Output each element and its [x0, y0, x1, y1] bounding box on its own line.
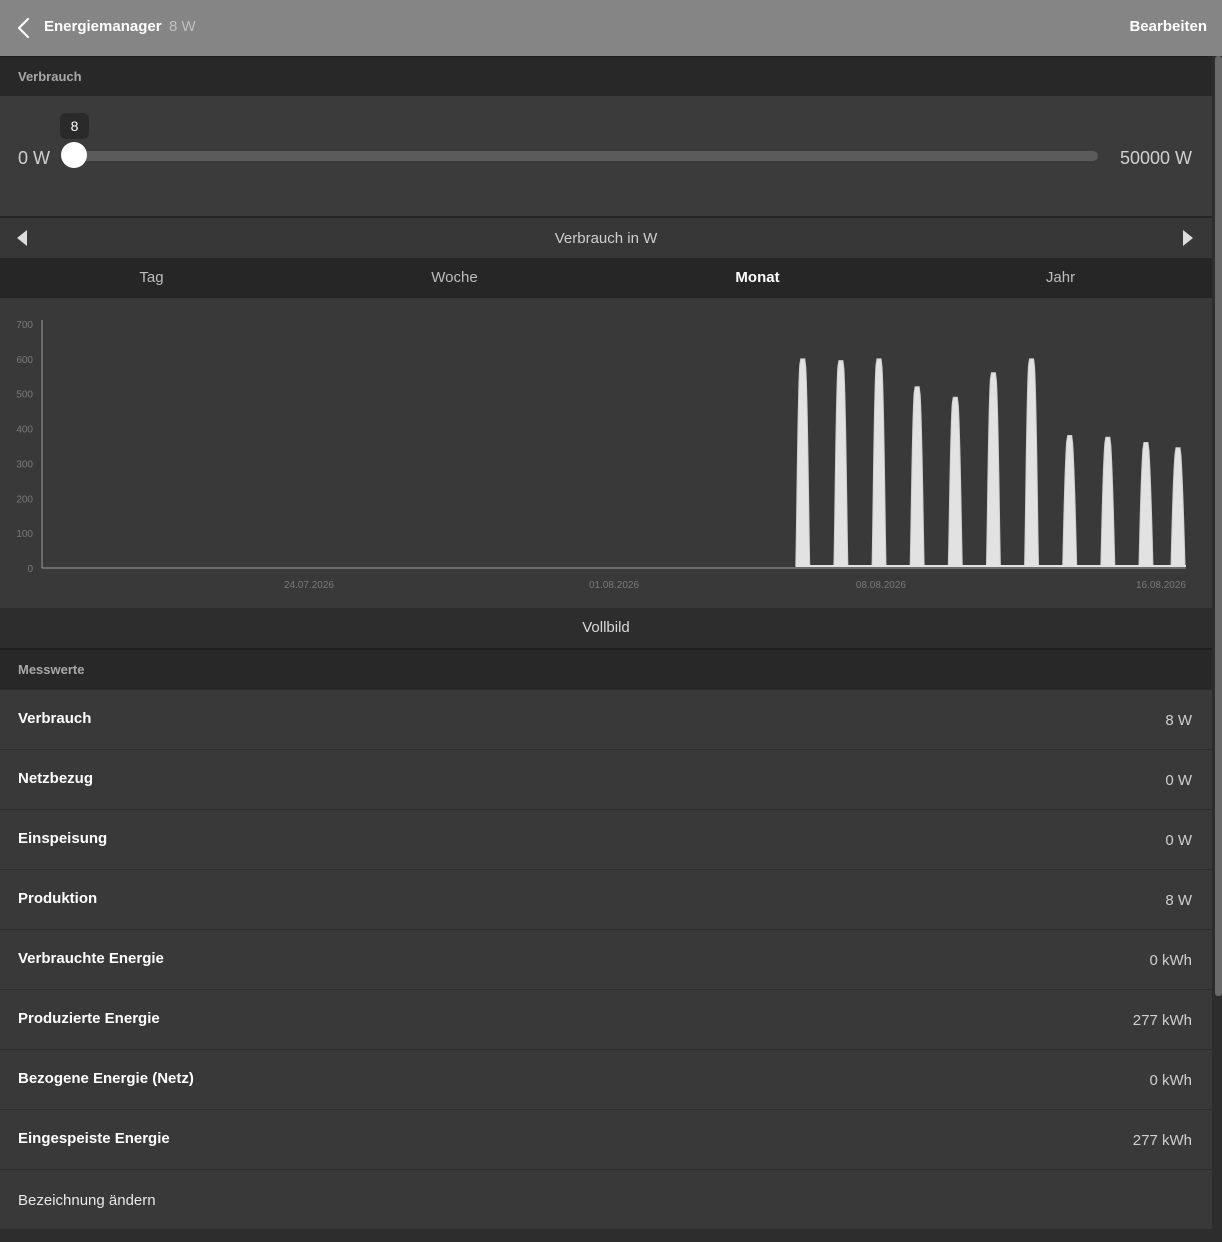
measurement-row-produced-energy: Produzierte Energie 277 kWh: [0, 989, 1212, 1049]
top-bar: Energiemanager 8 W Bearbeiten: [0, 0, 1222, 56]
y-tick-label: 300: [16, 459, 33, 470]
measurement-value: 277 kWh: [1132, 1132, 1192, 1149]
measurement-value: 0 kWh: [1149, 952, 1192, 969]
y-tick-label: 600: [16, 355, 33, 366]
chart-peak: [1062, 435, 1078, 567]
y-tick-label: 0: [27, 564, 33, 575]
measurement-value: 8 W: [1165, 712, 1192, 729]
measurement-row-imported-energy: Bezogene Energie (Netz) 0 kWh: [0, 1049, 1212, 1109]
slider-max-label: 50000 W: [1119, 148, 1192, 168]
section-header-measurements: Messwerte: [0, 649, 1212, 689]
measurement-label: Bezogene Energie (Netz): [18, 1070, 194, 1087]
measurement-row-fed-in-energy: Eingespeiste Energie 277 kWh: [0, 1109, 1212, 1169]
chart-peak: [1024, 358, 1040, 567]
chart-peak: [871, 358, 887, 567]
chart-peak: [1138, 442, 1154, 567]
measurement-value: 8 W: [1165, 892, 1192, 909]
page-subtitle-power: 8 W: [169, 18, 196, 35]
measurement-label: Verbrauchte Energie: [18, 950, 164, 967]
x-tick-label: 08.08.2026: [856, 580, 906, 591]
tab-year[interactable]: Jahr: [909, 258, 1212, 298]
next-period-icon[interactable]: [1182, 230, 1194, 246]
tab-day[interactable]: Tag: [0, 258, 303, 298]
measurement-label: Produzierte Energie: [18, 1010, 160, 1027]
chart-peak: [1100, 436, 1116, 567]
measurement-value: 277 kWh: [1132, 1012, 1192, 1029]
section-header-consumption: Verbrauch: [0, 56, 1212, 96]
measurement-row-grid-import: Netzbezug 0 W: [0, 749, 1212, 809]
chart-peak: [1170, 447, 1186, 567]
y-tick-label: 700: [16, 320, 33, 331]
chart-navigation: Verbrauch in W: [0, 217, 1212, 258]
chart-peak: [909, 386, 925, 567]
slider-min-label: 0 W: [18, 148, 51, 168]
measurement-row-production: Produktion 8 W: [0, 869, 1212, 929]
scrollbar[interactable]: [1215, 56, 1222, 996]
tab-month[interactable]: Monat: [606, 258, 909, 298]
back-chevron-icon[interactable]: [14, 16, 34, 40]
chart-peak: [985, 372, 1001, 567]
measurement-label: Verbrauch: [18, 710, 92, 727]
page-title: Energiemanager: [44, 18, 162, 35]
x-tick-label: 16.08.2026: [1136, 580, 1186, 591]
measurement-row-consumed-energy: Verbrauchte Energie 0 kWh: [0, 929, 1212, 989]
y-tick-label: 500: [16, 390, 33, 401]
measurement-value: 0 kWh: [1149, 1072, 1192, 1089]
measurement-row-consumption: Verbrauch 8 W: [0, 689, 1212, 749]
tab-week[interactable]: Woche: [303, 258, 606, 298]
y-tick-label: 200: [16, 494, 33, 505]
slider-track[interactable]: [73, 151, 1098, 161]
measurement-label: Produktion: [18, 890, 98, 907]
chart-peak: [947, 396, 963, 567]
measurements-list: Verbrauch 8 W Netzbezug 0 W Einspeisung …: [0, 689, 1212, 1169]
measurement-label: Einspeisung: [18, 830, 108, 847]
chart-title: Verbrauch in W: [554, 230, 658, 247]
chart-svg: 0 100 200 300 400 500 600 700 24.07.2026 01.08.20…: [16, 320, 1186, 591]
period-tabs: Tag Woche Monat Jahr: [0, 258, 1212, 298]
rename-button[interactable]: Bezeichnung ändern: [0, 1169, 1212, 1229]
y-tick-label: 400: [16, 425, 33, 436]
consumption-slider-area: 8 0 W 50000 W: [0, 96, 1212, 217]
y-tick-label: 100: [16, 529, 33, 540]
measurement-label: Netzbezug: [18, 770, 93, 787]
measurement-label: Eingespeiste Energie: [18, 1130, 170, 1147]
x-tick-label: 01.08.2026: [589, 580, 639, 591]
measurement-value: 0 W: [1165, 832, 1192, 849]
edit-button[interactable]: Bearbeiten: [1129, 18, 1207, 35]
consumption-chart: 0 100 200 300 400 500 600 700 24.07.2026 01.08.20…: [0, 298, 1212, 608]
x-tick-label: 24.07.2026: [284, 580, 334, 591]
chart-peak: [833, 360, 849, 567]
measurement-value: 0 W: [1165, 772, 1192, 789]
slider-thumb[interactable]: [61, 142, 87, 168]
measurement-row-feed-in: Einspeisung 0 W: [0, 809, 1212, 869]
fullscreen-button[interactable]: Vollbild: [0, 608, 1212, 649]
main-content: Verbrauch 8 0 W 50000 W Verbrauch in W T…: [0, 56, 1212, 1229]
slider-value-tooltip: 8: [60, 113, 89, 139]
rename-label: Bezeichnung ändern: [18, 1192, 156, 1209]
chart-peak: [795, 358, 811, 567]
